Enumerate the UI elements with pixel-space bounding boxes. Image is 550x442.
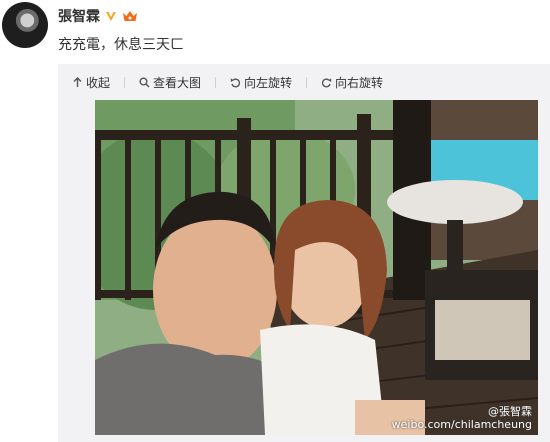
post-header: 張智霖	[58, 6, 138, 26]
rotate-left-label: 向左旋转	[244, 75, 293, 90]
toolbar-divider	[124, 76, 126, 88]
media-expanded-box: 收起 查看大图 向左旋转 向右旋转 @張智霖 weibo.com/chilamc…	[58, 64, 550, 442]
post-photo[interactable]: @張智霖 weibo.com/chilamcheung	[95, 100, 538, 435]
photo-illustration	[95, 100, 538, 435]
rotate-left-button[interactable]: 向左旋转	[230, 74, 292, 91]
watermark-url: weibo.com/chilamcheung	[391, 418, 532, 431]
rotate-right-button[interactable]: 向右旋转	[321, 74, 383, 91]
post-text: 充充電，休息三天ㄈ	[58, 37, 184, 53]
avatar[interactable]	[2, 2, 48, 48]
rotate-right-icon	[321, 77, 332, 87]
magnifier-icon	[139, 77, 150, 88]
toolbar-divider	[306, 76, 308, 88]
arrow-up-icon	[73, 76, 82, 87]
rotate-left-icon	[230, 77, 241, 87]
verified-badge-icon	[106, 12, 116, 21]
view-large-label: 查看大图	[153, 75, 202, 90]
vip-crown-icon[interactable]	[122, 9, 138, 23]
rotate-right-label: 向右旋转	[335, 75, 384, 90]
watermark-handle: @張智霖	[488, 405, 532, 418]
view-large-button[interactable]: 查看大图	[139, 74, 201, 91]
media-toolbar: 收起 查看大图 向左旋转 向右旋转	[72, 73, 383, 91]
collapse-button[interactable]: 收起	[72, 74, 110, 91]
username[interactable]: 張智霖	[58, 6, 100, 26]
collapse-label: 收起	[86, 75, 111, 90]
toolbar-divider	[215, 76, 217, 88]
photo-watermark: @張智霖 weibo.com/chilamcheung	[392, 405, 532, 431]
